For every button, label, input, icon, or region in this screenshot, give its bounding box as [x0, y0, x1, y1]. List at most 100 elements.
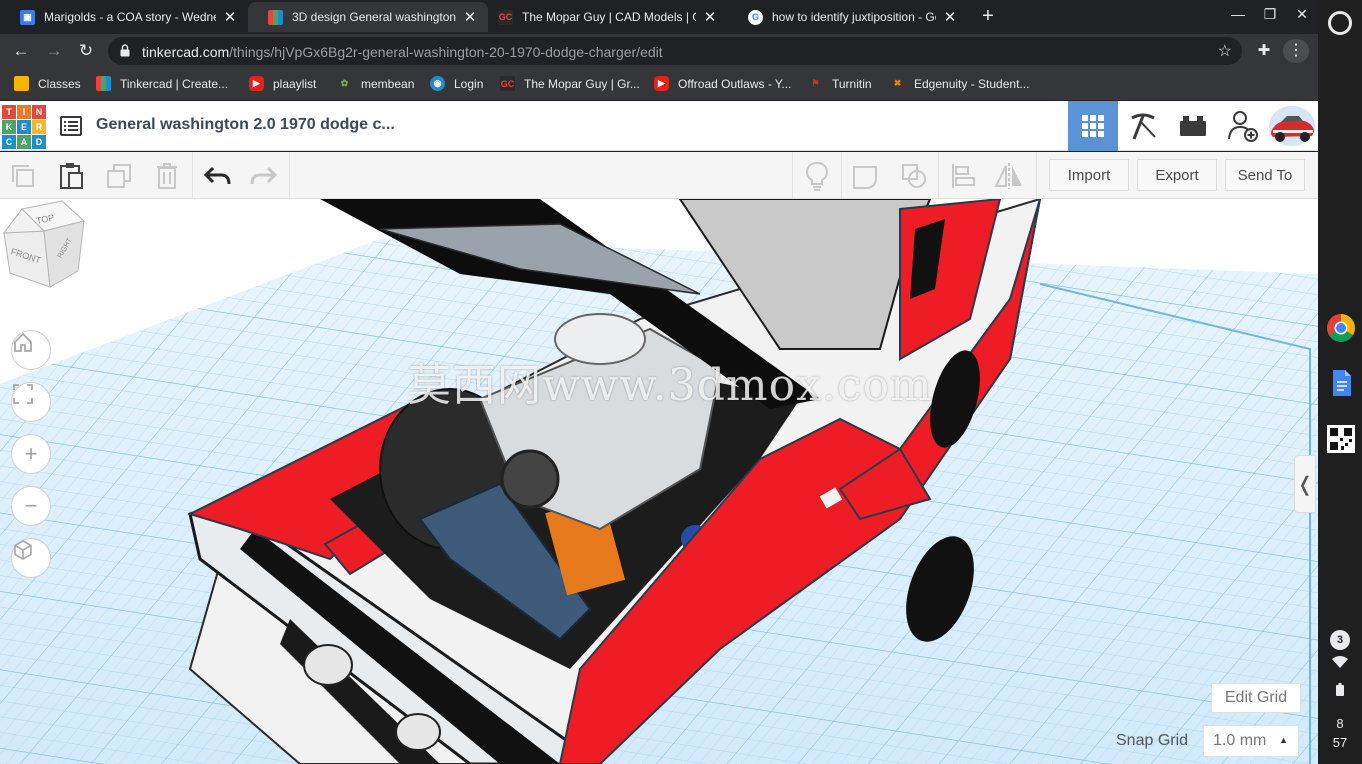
paste-icon	[60, 163, 83, 189]
minimize-icon[interactable]: —	[1228, 6, 1248, 22]
brick-view-button[interactable]	[1168, 101, 1218, 151]
reload-button[interactable]: ↻	[76, 41, 96, 61]
mirror-button[interactable]	[994, 161, 1024, 191]
logo-letter: T	[2, 105, 16, 119]
youtube-icon: ▶	[249, 76, 264, 91]
send-to-button[interactable]: Send To	[1225, 159, 1305, 191]
collapse-panel-button[interactable]: ❬	[1294, 455, 1316, 513]
import-button[interactable]: Import	[1049, 159, 1129, 191]
paste-button[interactable]	[56, 161, 86, 191]
ungroup-button[interactable]	[899, 161, 929, 191]
forward-button[interactable]: →	[44, 41, 64, 61]
google-docs-icon[interactable]	[1326, 368, 1356, 398]
plus-icon: +	[24, 441, 38, 466]
bookmark-label: Tinkercad | Create...	[120, 76, 229, 91]
url-text: tinkercad.com/things/hjVpGx6Bg2r-general…	[142, 44, 663, 60]
workplane-viewport[interactable]: 莫西网www.3dmox.com TOP FRONT RIGHT + − ❬ E…	[0, 199, 1318, 764]
delete-button[interactable]	[152, 161, 182, 191]
cube-icon	[14, 540, 32, 560]
google-classroom-icon: ▣	[20, 9, 35, 25]
restore-icon[interactable]: ❐	[1260, 6, 1280, 23]
mirror-icon	[994, 163, 1022, 189]
tab-title: 3D design General washington 2.0	[292, 10, 456, 24]
trash-icon	[157, 163, 177, 189]
clock-hour[interactable]: 8	[1318, 716, 1362, 731]
notification-count-badge[interactable]: 3	[1330, 630, 1350, 650]
omnibox[interactable]: tinkercad.com/things/hjVpGx6Bg2r-general…	[108, 37, 1242, 65]
url-host: tinkercad.com	[142, 44, 230, 60]
bookmark-mopar-guy[interactable]: GC The Mopar Guy | Gr...	[500, 76, 640, 91]
bookmark-membean[interactable]: ✿ membean	[337, 76, 415, 91]
screen: ▣ Marigolds - a COA story - Wednes ✕ 3D …	[0, 0, 1362, 764]
qr-code-icon[interactable]	[1326, 424, 1356, 454]
battery-icon[interactable]	[1330, 683, 1350, 699]
logo-letter: K	[2, 120, 16, 134]
redo-button[interactable]	[249, 161, 279, 191]
bookmark-label: Edgenuity - Student...	[914, 76, 1030, 91]
group-button[interactable]	[850, 161, 880, 191]
fit-view-button[interactable]	[11, 382, 51, 422]
3d-design-view-button[interactable]	[1068, 101, 1118, 151]
design-list-icon[interactable]	[60, 116, 82, 136]
bookmark-plaaylist[interactable]: ▶ plaaylist	[249, 76, 316, 91]
snap-grid-value: 1.0 mm	[1213, 732, 1267, 749]
export-button[interactable]: Export	[1137, 159, 1217, 191]
minecraft-view-button[interactable]	[1118, 101, 1168, 151]
tinkercad-logo[interactable]: T I N K E R C A D	[2, 105, 46, 149]
align-icon	[952, 164, 975, 188]
wifi-icon[interactable]	[1330, 656, 1350, 672]
view-cube[interactable]: TOP FRONT RIGHT	[0, 199, 90, 289]
align-button[interactable]	[948, 161, 978, 191]
close-icon[interactable]: ✕	[942, 8, 958, 26]
home-view-button[interactable]	[11, 330, 51, 370]
tinkercad-icon	[268, 9, 283, 25]
new-tab-button[interactable]: +	[977, 5, 999, 27]
user-avatar[interactable]	[1269, 106, 1315, 146]
snap-grid-label: Snap Grid	[1116, 732, 1189, 749]
chrome-icon[interactable]	[1326, 313, 1356, 343]
scene-canvas[interactable]	[0, 199, 1318, 764]
fit-icon	[13, 384, 33, 404]
chrome-menu-button[interactable]: ⋮	[1283, 39, 1309, 63]
snap-grid-select[interactable]: 1.0 mm ▲	[1203, 725, 1299, 757]
tab-tinkercad[interactable]: 3D design General washington 2.0 ✕	[248, 2, 488, 32]
share-collaborate-button[interactable]	[1218, 101, 1268, 151]
tab-mopar-guy[interactable]: GC The Mopar Guy | CAD Models | G ✕	[488, 2, 728, 32]
close-icon[interactable]: ✕	[462, 8, 478, 26]
bookmark-edgenuity[interactable]: ✖ Edgenuity - Student...	[890, 76, 1030, 91]
design-title[interactable]: General washington 2.0 1970 dodge c...	[96, 116, 395, 134]
tab-google-search[interactable]: G how to identify juxtiposition - Go ✕	[728, 2, 968, 32]
undo-button[interactable]	[202, 161, 232, 191]
perspective-button[interactable]	[11, 538, 51, 578]
grabcad-icon: GC	[500, 76, 515, 91]
tinkercad-icon	[96, 76, 111, 91]
back-button[interactable]: ←	[11, 41, 31, 61]
undo-icon	[203, 166, 231, 185]
bookmark-classes[interactable]: Classes	[14, 76, 81, 91]
zoom-in-button[interactable]: +	[11, 434, 51, 474]
close-icon[interactable]: ✕	[702, 8, 718, 26]
bookmark-offroad-outlaws[interactable]: ▶ Offroad Outlaws - Y...	[654, 76, 791, 91]
bookmark-turnitin[interactable]: ⚑ Turnitin	[808, 76, 871, 91]
tab-marigolds[interactable]: ▣ Marigolds - a COA story - Wednes ✕	[0, 2, 248, 32]
zoom-out-button[interactable]: −	[11, 486, 51, 526]
redo-icon	[250, 166, 278, 185]
copy-button[interactable]	[8, 161, 38, 191]
address-bar-row: ← → ↻ tinkercad.com/things/hjVpGx6Bg2r-g…	[0, 34, 1318, 68]
bookmark-tinkercad[interactable]: Tinkercad | Create...	[96, 76, 228, 91]
chromeos-shelf: 3 8 57	[1318, 0, 1362, 764]
bookmark-login[interactable]: ◉ Login	[430, 76, 483, 91]
bookmark-label: plaaylist	[273, 76, 317, 91]
extensions-puzzle-icon[interactable]: ✚	[1254, 41, 1274, 61]
lock-icon	[120, 44, 130, 57]
logo-letter: N	[32, 105, 46, 119]
close-window-icon[interactable]: ✕	[1292, 6, 1312, 23]
bookmark-star-icon[interactable]: ☆	[1218, 41, 1232, 61]
edit-grid-button[interactable]: Edit Grid	[1211, 683, 1301, 713]
clock-minute[interactable]: 57	[1318, 735, 1362, 750]
close-icon[interactable]: ✕	[222, 8, 238, 26]
duplicate-button[interactable]	[104, 161, 134, 191]
show-all-button[interactable]	[802, 161, 832, 191]
launcher-button[interactable]	[1328, 11, 1352, 35]
bookmark-label: The Mopar Guy | Gr...	[524, 76, 640, 91]
